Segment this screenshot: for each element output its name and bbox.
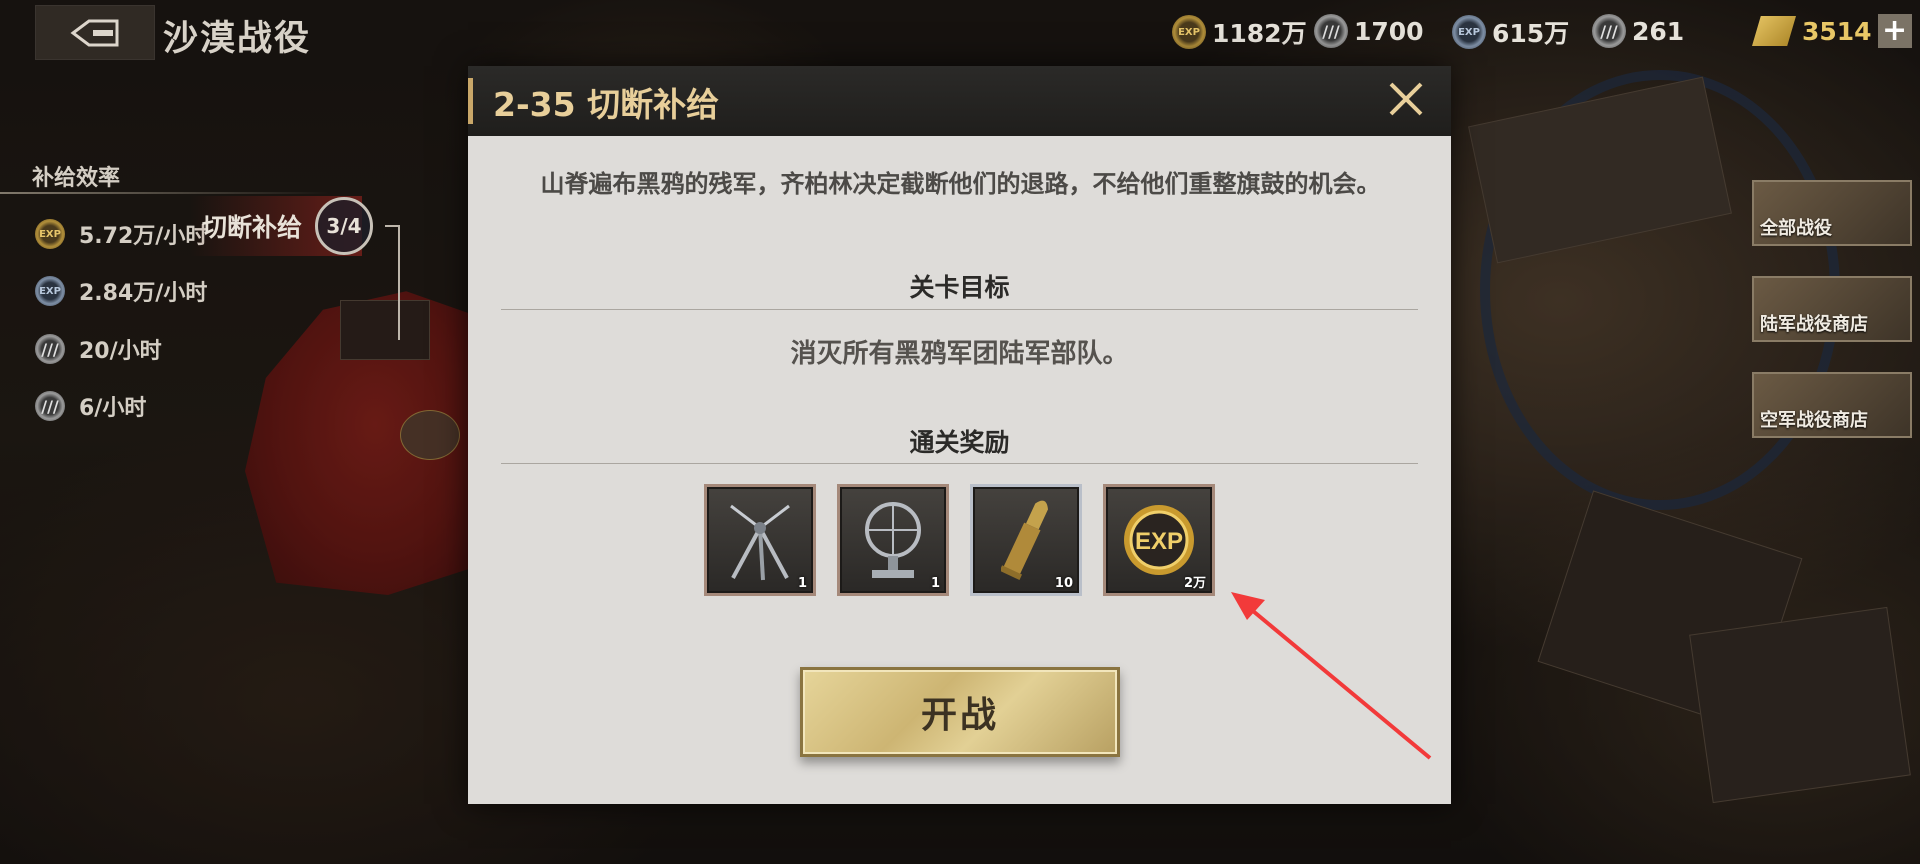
all-campaigns-button[interactable]: 全部战役 (1752, 180, 1912, 246)
tripod-icon (730, 504, 790, 581)
reward-count: 1 (797, 576, 807, 591)
supply-row: /// 6/小时 (35, 390, 146, 422)
add-gold-button[interactable]: + (1877, 14, 1912, 48)
start-battle-button[interactable]: 开战 (800, 667, 1120, 757)
stage-description: 山脊遍布黑鸦的残军，齐柏林决定截断他们的退路，不给他们重整旗鼓的机会。 (540, 170, 1381, 198)
supply-efficiency-title: 补给效率 (32, 166, 121, 191)
exp-medal-icon: EXP (1124, 505, 1194, 575)
objective-text: 消灭所有黑鸦军团陆军部队。 (790, 339, 1129, 369)
gold-stripe-icon: /// (35, 334, 65, 364)
resource-exp-gold: EXP 1182万 (1172, 14, 1307, 50)
objective-heading: 关卡目标 (909, 273, 1010, 302)
gold-stripe-icon: /// (1314, 14, 1348, 48)
ammo-shell-icon (1001, 500, 1048, 580)
supply-row: /// 20/小时 (35, 333, 162, 365)
silver-stripe-icon: /// (1592, 14, 1626, 48)
supply-rate: 20/小时 (79, 339, 162, 364)
back-button[interactable] (35, 5, 155, 60)
exp-blue-icon: EXP (1452, 15, 1486, 49)
pointer-arrow-icon (1231, 592, 1432, 760)
reward-count: 10 (1054, 576, 1073, 591)
exp-gold-icon: EXP (35, 219, 65, 249)
supply-row: EXP 5.72万/小时 (35, 218, 207, 250)
supply-rate: 2.84万/小时 (79, 281, 208, 306)
reward-item[interactable]: 1 (704, 484, 816, 596)
reward-item[interactable]: EXP 2万 (1103, 484, 1215, 596)
resource-value: 261 (1632, 16, 1685, 46)
exp-blue-icon: EXP (35, 276, 65, 306)
exp-medal-badge: EXP (1135, 528, 1183, 555)
resource-value: 1700 (1354, 16, 1424, 46)
dialog-title: 2-35 切断补给 (493, 85, 720, 124)
exp-gold-icon: EXP (1172, 15, 1206, 49)
connector-line (398, 225, 400, 340)
page-title: 沙漠战役 (163, 19, 312, 59)
silver-stripe-icon: /// (35, 391, 65, 421)
reward-item[interactable]: 10 (970, 484, 1082, 596)
back-arrow-icon (70, 19, 119, 46)
divider (501, 463, 1418, 464)
air-campaign-shop-button[interactable]: 空军战役商店 (1752, 372, 1912, 438)
resource-value: 3514 (1802, 16, 1872, 46)
resource-value: 615万 (1492, 19, 1570, 48)
resource-exp-blue: EXP 615万 (1452, 14, 1569, 50)
resource-gold: 3514 + (1752, 14, 1912, 48)
army-campaign-shop-button[interactable]: 陆军战役商店 (1752, 276, 1912, 342)
title-accent (468, 78, 473, 124)
gold-bars-icon (1752, 16, 1796, 46)
reward-count: 1 (930, 576, 940, 591)
dialog-header: 2-35 切断补给 (468, 66, 1451, 136)
resource-value: 1182万 (1212, 19, 1307, 48)
reward-count: 2万 (1183, 576, 1206, 591)
supply-rate: 5.72万/小时 (79, 224, 208, 249)
reward-heading: 通关奖励 (909, 428, 1010, 457)
reward-item[interactable]: 1 (837, 484, 949, 596)
reward-list: 1 1 10 EXP 2万 (704, 484, 1215, 596)
resource-silver-stripe: /// 261 (1592, 14, 1684, 48)
gun-sight-icon (865, 502, 921, 578)
supply-rate: 6/小时 (79, 396, 147, 421)
map-stage-progress[interactable]: 3/4 (315, 197, 373, 255)
divider (501, 309, 1418, 310)
resource-gold-stripe: /// 1700 (1314, 14, 1424, 48)
divider (0, 192, 330, 194)
supply-row: EXP 2.84万/小时 (35, 275, 207, 307)
close-icon[interactable] (1381, 74, 1431, 124)
